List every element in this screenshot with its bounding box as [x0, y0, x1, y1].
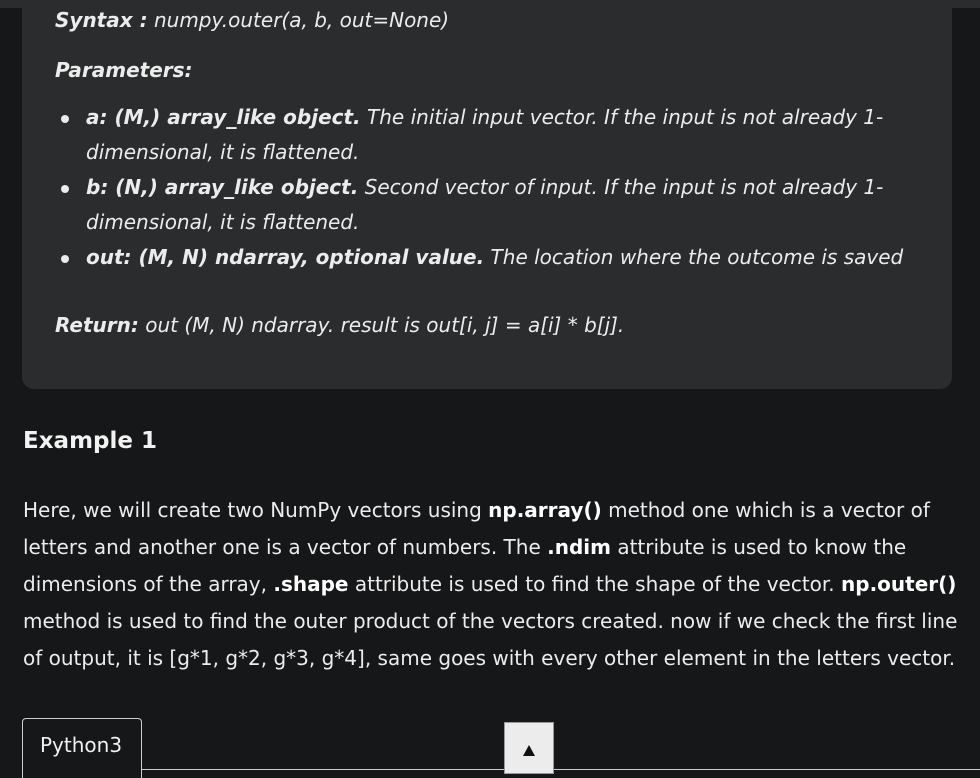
parameters-list: a: (M,) array_like object. The initial i…	[55, 100, 915, 275]
parameter-term: a: (M,) array_like object.	[86, 105, 361, 129]
return-line: Return: out (M, N) ndarray. result is ou…	[55, 313, 624, 337]
syntax-label: Syntax :	[55, 8, 148, 32]
parameter-term: b: (N,) array_like object.	[86, 175, 359, 199]
return-text: out (M, N) ndarray. result is out[i, j] …	[138, 313, 625, 337]
code-ndim: .ndim	[547, 535, 611, 559]
scroll-to-top-button[interactable]	[504, 722, 554, 774]
code-shape: .shape	[273, 572, 349, 596]
code-np-array: np.array()	[488, 498, 602, 522]
syntax-line: Syntax : numpy.outer(a, b, out=None)	[55, 8, 449, 32]
tab-divider	[142, 769, 980, 770]
parameter-item-b: b: (N,) array_like object. Second vector…	[55, 170, 915, 240]
bullet-icon	[61, 255, 69, 263]
parameter-item-out: out: (M, N) ndarray, optional value. The…	[55, 240, 915, 275]
example-text: method is used to find the outer product…	[23, 609, 958, 670]
example-text: attribute is used to find the shape of t…	[348, 572, 842, 596]
bullet-icon	[61, 185, 69, 193]
bullet-icon	[61, 115, 69, 123]
triangle-up-icon	[523, 745, 535, 756]
tab-python3[interactable]: Python3	[22, 718, 142, 778]
parameter-item-a: a: (M,) array_like object. The initial i…	[55, 100, 915, 170]
tab-python3-label: Python3	[40, 733, 123, 757]
return-label: Return:	[55, 313, 139, 337]
example-text: Here, we will create two NumPy vectors u…	[23, 498, 489, 522]
parameter-desc: The location where the outcome is saved	[484, 245, 904, 269]
example-heading: Example 1	[23, 428, 157, 454]
code-np-outer: np.outer()	[841, 572, 957, 596]
parameters-heading: Parameters:	[55, 58, 193, 82]
example-paragraph: Here, we will create two NumPy vectors u…	[23, 492, 958, 677]
parameter-term: out: (M, N) ndarray, optional value.	[86, 245, 485, 269]
syntax-signature: numpy.outer(a, b, out=None)	[147, 8, 450, 32]
syntax-box: Syntax : numpy.outer(a, b, out=None) Par…	[22, 0, 952, 389]
